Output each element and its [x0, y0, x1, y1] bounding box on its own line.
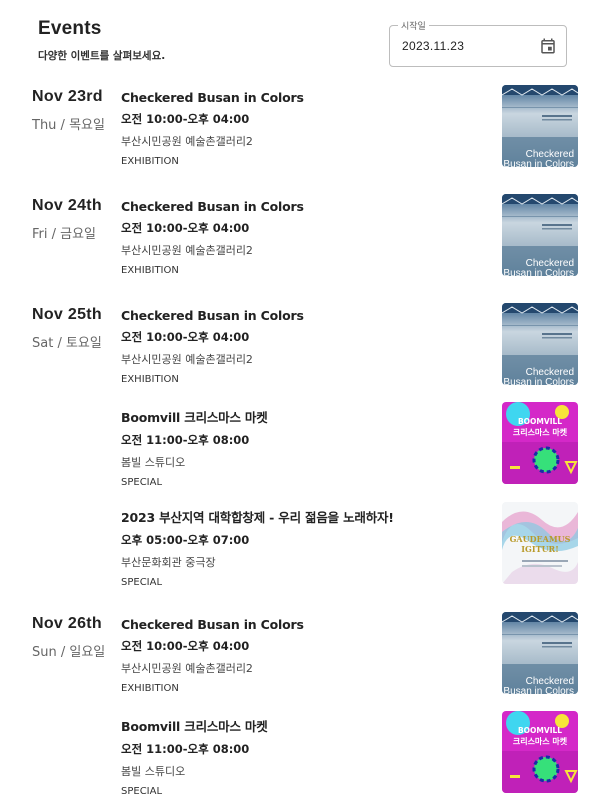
event-place: 봄빌 스튜디오: [121, 765, 186, 778]
event-title[interactable]: Boomvill 크리스마스 마켓: [121, 716, 491, 735]
event-thumbnail[interactable]: Checkered Busan in Colors: [502, 85, 578, 167]
event-title[interactable]: 2023 부산지역 대학합창제 - 우리 젊음을 노래하자!: [121, 507, 491, 526]
event-category: SPECIAL: [121, 786, 163, 797]
event-thumbnail[interactable]: BOOMVILL 크리스마스 마켓: [502, 402, 578, 484]
event-category: SPECIAL: [121, 477, 163, 488]
event-thumbnail[interactable]: Checkered Busan in Colors: [502, 303, 578, 385]
page-title: Events: [38, 18, 102, 39]
event-place: 부산시민공원 예술촌갤러리2: [121, 135, 253, 148]
svg-text:GAUDEAMUS: GAUDEAMUS: [510, 534, 571, 544]
event-thumbnail[interactable]: GAUDEAMUS IGITUR!: [502, 502, 578, 584]
event-place: 부산문화회관 중극장: [121, 556, 216, 569]
event-category: EXHIBITION: [121, 265, 179, 276]
event-time: 오전 10:00-오후 04:00: [121, 112, 250, 126]
day-header: Nov 25th Sat / 토요일: [32, 306, 102, 351]
day-header: Nov 23rd Thu / 목요일: [32, 88, 105, 133]
event-time: 오전 11:00-오후 08:00: [121, 742, 250, 756]
start-date-field[interactable]: 시작일 2023.11.23: [389, 19, 567, 67]
day-date: Nov 25th: [32, 306, 102, 323]
event-item[interactable]: Checkered Busan in Colors 오전 10:00-오후 04…: [121, 90, 491, 167]
svg-text:Busan in Colors: Busan in Colors: [503, 268, 574, 276]
day-weekday: Sun / 일요일: [32, 645, 106, 660]
day-header: Nov 26th Sun / 일요일: [32, 615, 105, 660]
svg-text:BOOMVILL: BOOMVILL: [518, 726, 562, 735]
event-category: EXHIBITION: [121, 156, 179, 167]
event-title[interactable]: Checkered Busan in Colors: [121, 90, 491, 105]
event-category: EXHIBITION: [121, 683, 179, 694]
day-header: Nov 24th Fri / 금요일: [32, 197, 102, 242]
event-category: SPECIAL: [121, 577, 163, 588]
event-time: 오전 11:00-오후 08:00: [121, 433, 250, 447]
event-title[interactable]: Boomvill 크리스마스 마켓: [121, 407, 491, 426]
event-title[interactable]: Checkered Busan in Colors: [121, 308, 491, 323]
svg-text:Busan in Colors: Busan in Colors: [503, 686, 574, 694]
day-date: Nov 24th: [32, 197, 102, 214]
svg-text:크리스마스 마켓: 크리스마스 마켓: [513, 736, 568, 746]
event-title[interactable]: Checkered Busan in Colors: [121, 199, 491, 214]
event-item[interactable]: Checkered Busan in Colors 오전 10:00-오후 04…: [121, 617, 491, 694]
event-item[interactable]: Checkered Busan in Colors 오전 10:00-오후 04…: [121, 199, 491, 276]
start-date-label: 시작일: [398, 19, 429, 32]
event-place: 부산시민공원 예술촌갤러리2: [121, 353, 253, 366]
event-thumbnail[interactable]: BOOMVILL 크리스마스 마켓: [502, 711, 578, 793]
event-item[interactable]: Boomvill 크리스마스 마켓 오전 11:00-오후 08:00 봄빌 스…: [121, 716, 491, 797]
page-header: Events 다양한 이벤트를 살펴보세요.: [38, 18, 165, 63]
start-date-value[interactable]: 2023.11.23: [402, 39, 464, 53]
event-place: 부산시민공원 예술촌갤러리2: [121, 662, 253, 675]
event-thumbnail[interactable]: Checkered Busan in Colors: [502, 612, 578, 694]
calendar-icon[interactable]: [539, 37, 557, 55]
svg-text:IGITUR!: IGITUR!: [521, 544, 558, 554]
page-subtitle: 다양한 이벤트를 살펴보세요.: [38, 50, 166, 62]
event-title[interactable]: Checkered Busan in Colors: [121, 617, 491, 632]
day-weekday: Thu / 목요일: [32, 118, 105, 133]
svg-text:Busan in Colors: Busan in Colors: [503, 159, 574, 167]
event-category: EXHIBITION: [121, 374, 179, 385]
day-weekday: Fri / 금요일: [32, 227, 97, 242]
svg-text:크리스마스 마켓: 크리스마스 마켓: [513, 427, 568, 437]
day-date: Nov 26th: [32, 615, 102, 632]
event-time: 오전 10:00-오후 04:00: [121, 221, 250, 235]
event-time: 오후 05:00-오후 07:00: [121, 533, 250, 547]
day-date: Nov 23rd: [32, 88, 103, 105]
svg-text:Busan in Colors: Busan in Colors: [503, 377, 574, 385]
event-place: 부산시민공원 예술촌갤러리2: [121, 244, 253, 257]
event-thumbnail[interactable]: Checkered Busan in Colors: [502, 194, 578, 276]
svg-text:BOOMVILL: BOOMVILL: [518, 417, 562, 426]
event-item[interactable]: Checkered Busan in Colors 오전 10:00-오후 04…: [121, 308, 491, 385]
event-place: 봄빌 스튜디오: [121, 456, 186, 469]
event-item[interactable]: 2023 부산지역 대학합창제 - 우리 젊음을 노래하자! 오후 05:00-…: [121, 507, 491, 588]
day-weekday: Sat / 토요일: [32, 336, 102, 351]
event-time: 오전 10:00-오후 04:00: [121, 330, 250, 344]
event-item[interactable]: Boomvill 크리스마스 마켓 오전 11:00-오후 08:00 봄빌 스…: [121, 407, 491, 488]
event-time: 오전 10:00-오후 04:00: [121, 639, 250, 653]
